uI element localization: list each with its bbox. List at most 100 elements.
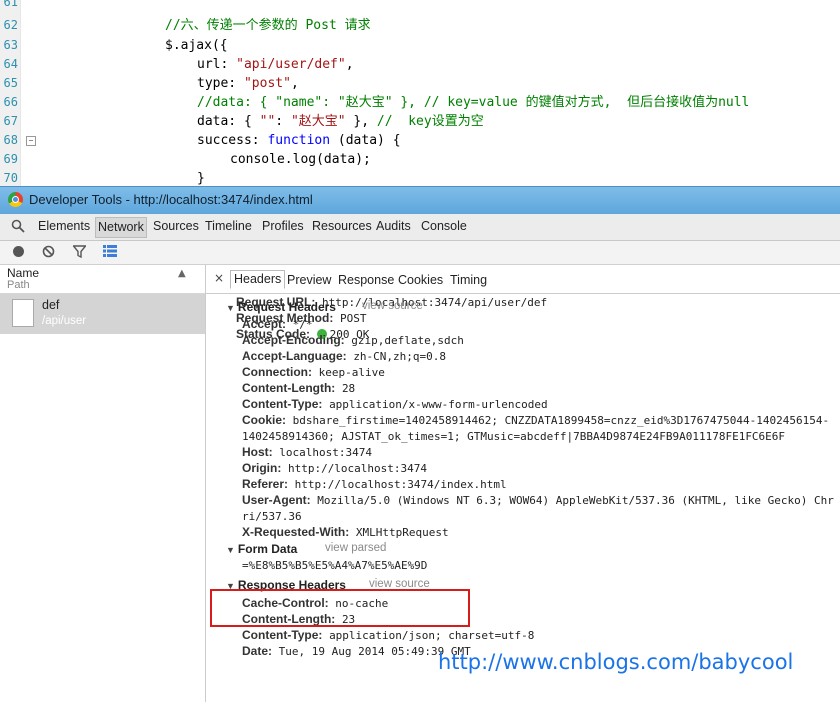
tab-console[interactable]: Console <box>421 219 467 233</box>
code-token: , <box>345 57 354 72</box>
search-icon[interactable] <box>11 219 25 237</box>
header-key: Accept: <box>242 317 287 331</box>
tab-timeline[interactable]: Timeline <box>205 219 252 233</box>
request-header-row: Connection: keep-alive <box>242 365 385 380</box>
header-value: POST <box>339 312 367 325</box>
tab-timing[interactable]: Timing <box>450 273 487 287</box>
tab-network[interactable]: Network <box>95 217 147 238</box>
tab-resources[interactable]: Resources <box>312 219 372 233</box>
header-key: Host: <box>242 445 273 459</box>
code-token: (data) { <box>330 133 401 148</box>
code-token: } <box>197 171 205 186</box>
header-key: Connection: <box>242 365 312 379</box>
view-source-link[interactable]: view parsed <box>325 542 386 554</box>
code-text: //六、传递一个参数的 Post 请求 <box>165 16 371 35</box>
code-line[interactable]: 64 url: "api/user/def", <box>0 55 840 74</box>
request-header-row: Cookie: bdshare_firstime=1402458914462; … <box>242 413 829 428</box>
tab-elements[interactable]: Elements <box>38 219 90 233</box>
tab-profiles[interactable]: Profiles <box>262 219 304 233</box>
request-row[interactable]: def /api/user <box>0 294 205 334</box>
expand-triangle-icon[interactable]: ▼ <box>226 303 235 313</box>
tab-headers[interactable]: Headers <box>230 270 286 289</box>
code-text: //data: { "name": "赵大宝" }, // key=value … <box>197 93 749 112</box>
form-data-highlight-box <box>210 589 470 627</box>
header-value: 1402458914360; AJSTAT_ok_times=1; GTMusi… <box>242 430 786 443</box>
sort-arrow-icon[interactable]: ▲ <box>178 268 186 279</box>
code-line[interactable]: 69 console.log(data); <box>0 150 840 169</box>
code-token: console.log(data); <box>230 152 371 167</box>
header-value: ri/537.36 <box>242 510 302 523</box>
request-header-row: Referer: http://localhost:3474/index.htm… <box>242 477 507 492</box>
line-number: 61 <box>3 0 18 9</box>
request-list-header[interactable]: Name Path ▲ <box>0 265 205 294</box>
code-line[interactable]: 65 type: "post", <box>0 74 840 93</box>
code-string: "api/user/def" <box>236 57 346 72</box>
form-data-section[interactable]: ▼ Form Data <box>226 542 297 556</box>
detail-tabs: × Headers Preview Response Cookies Timin… <box>206 265 840 294</box>
section-title: Request Headers <box>237 300 336 314</box>
code-token: $.ajax({ <box>165 38 228 53</box>
code-token: type: <box>197 76 244 91</box>
view-toggle-icon[interactable] <box>103 245 117 261</box>
code-line[interactable]: 61 <box>0 0 840 12</box>
request-headers-section[interactable]: ▼ Request Headers <box>226 300 336 314</box>
code-text: url: "api/user/def", <box>197 55 354 74</box>
code-string: "" <box>259 114 276 129</box>
code-comment: //data: { "name": "赵大宝" }, // key=value … <box>197 95 750 110</box>
code-token: success: <box>197 133 268 148</box>
response-header-row: Content-Type: application/json; charset=… <box>242 628 534 643</box>
record-icon[interactable] <box>12 245 25 262</box>
filter-icon[interactable] <box>72 245 87 262</box>
tab-audits[interactable]: Audits <box>376 219 411 233</box>
response-header-row: Date: Tue, 19 Aug 2014 05:49:39 GMT <box>242 644 471 659</box>
column-path: Path <box>7 279 30 291</box>
window-titlebar[interactable]: Developer Tools - http://localhost:3474/… <box>0 186 840 214</box>
header-value: zh-CN,zh;q=0.8 <box>353 350 447 363</box>
code-token: data: { <box>197 114 260 129</box>
header-key: Content-Type: <box>242 397 323 411</box>
clear-icon[interactable] <box>42 245 55 262</box>
window-title: Developer Tools - http://localhost:3474/… <box>29 192 313 207</box>
watermark-url: http://www.cnblogs.com/babycool <box>438 650 794 674</box>
header-value: http://localhost:3474 <box>287 462 428 475</box>
line-number: 64 <box>3 57 18 71</box>
line-number: 63 <box>3 38 18 52</box>
request-header-row: User-Agent: Mozilla/5.0 (Windows NT 6.3;… <box>242 493 834 508</box>
devtools-window: Developer Tools - http://localhost:3474/… <box>0 186 840 702</box>
request-header-row: 1402458914360; AJSTAT_ok_times=1; GTMusi… <box>242 429 785 444</box>
code-text: $.ajax({ <box>165 36 228 55</box>
header-key: Cookie: <box>242 413 287 427</box>
code-token: }, <box>345 114 377 129</box>
header-value: XMLHttpRequest <box>355 526 449 539</box>
chrome-logo-icon <box>8 192 23 207</box>
request-header-row: X-Requested-With: XMLHttpRequest <box>242 525 449 540</box>
code-line[interactable]: 62 //六、传递一个参数的 Post 请求 <box>0 16 840 35</box>
header-value: application/x-www-form-urlencoded <box>329 398 548 411</box>
code-line[interactable]: 66 //data: { "name": "赵大宝" }, // key=valu… <box>0 93 840 112</box>
line-number: 67 <box>3 114 18 128</box>
code-text: console.log(data); <box>230 150 371 169</box>
header-value: localhost:3474 <box>279 446 373 459</box>
tab-cookies[interactable]: Cookies <box>398 273 443 287</box>
code-line[interactable]: 68 success: function (data) { <box>0 131 840 150</box>
header-key: Accept-Encoding: <box>242 333 345 347</box>
header-key: Referer: <box>242 477 289 491</box>
column-name[interactable]: Name <box>7 266 39 280</box>
header-value: http://localhost:3474/api/user/def <box>321 296 548 309</box>
close-icon[interactable]: × <box>214 271 224 285</box>
tab-response[interactable]: Response <box>338 273 394 287</box>
code-token: , <box>290 76 299 91</box>
tab-sources[interactable]: Sources <box>153 219 199 233</box>
view-source-link[interactable]: view source <box>362 300 423 312</box>
request-header-row: Origin: http://localhost:3474 <box>242 461 427 476</box>
header-value: http://localhost:3474/index.html <box>294 478 507 491</box>
code-editor[interactable]: − 61 62//六、传递一个参数的 Post 请求 63 $.ajax({64 url… <box>0 0 840 190</box>
tab-preview[interactable]: Preview <box>287 273 331 287</box>
request-header-row: Content-Type: application/x-www-form-url… <box>242 397 548 412</box>
code-line[interactable]: 63 $.ajax({ <box>0 36 840 55</box>
section-title: Form Data <box>237 542 298 556</box>
expand-triangle-icon[interactable]: ▼ <box>226 545 235 555</box>
request-header-row: Host: localhost:3474 <box>242 445 372 460</box>
code-line[interactable]: 67 data: { "": "赵大宝" }, // key设置为空 <box>0 112 840 131</box>
code-text: success: function (data) { <box>197 131 401 150</box>
